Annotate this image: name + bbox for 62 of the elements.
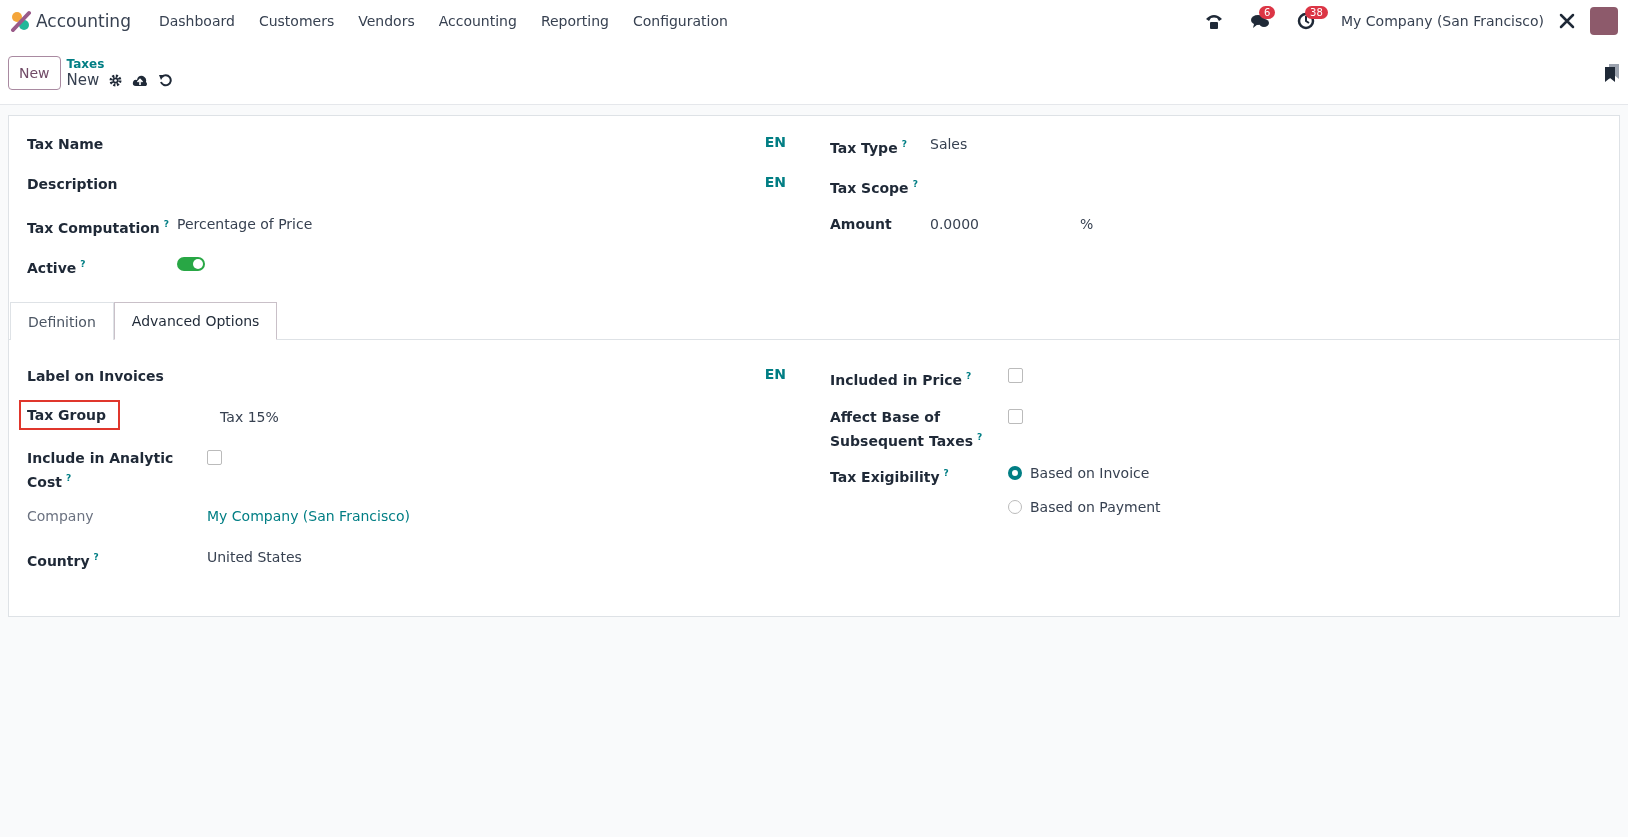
field-label: Company — [27, 507, 95, 526]
count-badge: 6 — [1259, 6, 1276, 19]
field-label: Included in Price $^{?}$ — [830, 370, 973, 390]
field-value[interactable]: Sales — [930, 132, 968, 154]
field-label: Include in Analytic Cost $^{?}$ — [27, 449, 175, 492]
field-label: Amount — [830, 215, 893, 234]
field-value[interactable]: United States — [207, 545, 302, 567]
count-badge: 38 — [1305, 6, 1328, 19]
language-button[interactable]: EN — [752, 172, 798, 190]
option-label[interactable]: Based on Invoice — [1030, 463, 1150, 483]
field-label: Tax Type $^{?}$ — [830, 138, 908, 158]
checkbox[interactable] — [207, 450, 222, 465]
field-label: Description — [27, 175, 119, 194]
record-title: New — [66, 71, 100, 89]
language-button[interactable]: EN — [752, 364, 798, 382]
field-label: Label on Invoices — [27, 367, 165, 386]
help-tooltip[interactable]: ? — [976, 432, 983, 442]
language-button[interactable]: EN — [752, 132, 798, 150]
field-value[interactable]: Tax 15% — [220, 405, 279, 427]
settings-icon[interactable] — [109, 73, 123, 87]
field-label: Tax Name — [27, 135, 105, 154]
help-tooltip[interactable]: ? — [901, 139, 907, 149]
breadcrumb-link[interactable]: Taxes — [66, 57, 173, 71]
field-label: Tax Exigibility $^{?}$ — [830, 467, 950, 487]
option-label[interactable]: Based on Payment — [1030, 497, 1161, 517]
field-label: Tax Group — [27, 406, 107, 423]
menu-item[interactable]: Accounting — [428, 7, 527, 35]
menu-item[interactable]: Customers — [248, 7, 345, 35]
menu-item[interactable]: Configuration — [622, 7, 738, 35]
help-tooltip[interactable]: ? — [912, 179, 918, 189]
help-tooltip[interactable]: ? — [966, 371, 972, 381]
undo-icon[interactable] — [158, 73, 173, 87]
field-label: Tax Computation $^{?}$ — [27, 218, 170, 238]
help-tooltip[interactable]: ? — [93, 552, 99, 562]
toggle-switch[interactable] — [177, 257, 205, 271]
help-tooltip[interactable]: ? — [943, 468, 949, 478]
field-label: Active $^{?}$ — [27, 258, 87, 278]
tab[interactable]: Advanced Options — [113, 302, 278, 340]
app-logo-icon[interactable] — [10, 10, 32, 32]
field-label: Country $^{?}$ — [27, 551, 100, 571]
percent-sign: % — [1080, 215, 1094, 234]
new-button[interactable]: New — [8, 56, 61, 90]
bookmark-icon[interactable] — [1604, 63, 1620, 83]
tab[interactable]: Definition — [10, 302, 114, 340]
radio-button[interactable] — [1008, 466, 1022, 480]
checkbox[interactable] — [1008, 368, 1023, 383]
help-tooltip[interactable]: ? — [80, 259, 86, 269]
company-link[interactable]: My Company (San Francisco) — [207, 504, 410, 526]
app-name[interactable]: Accounting — [36, 11, 131, 31]
cloud-upload-icon[interactable] — [132, 73, 149, 87]
field-value[interactable]: Percentage of Price — [177, 212, 313, 234]
company-switcher[interactable]: My Company (San Francisco) — [1341, 13, 1544, 29]
menu-item[interactable]: Vendors — [348, 7, 425, 35]
amount-field[interactable]: 0.0000 — [930, 212, 1080, 234]
help-tooltip[interactable]: ? — [65, 473, 72, 483]
help-tooltip[interactable]: ? — [163, 219, 169, 229]
menu-item[interactable]: Reporting — [530, 7, 619, 35]
field-label: Tax Scope $^{?}$ — [830, 178, 919, 198]
field-label: Affect Base of Subsequent Taxes $^{?}$ — [830, 408, 984, 451]
menu-item[interactable]: Dashboard — [148, 7, 245, 35]
checkbox[interactable] — [1008, 409, 1023, 424]
radio-button[interactable] — [1008, 500, 1022, 514]
